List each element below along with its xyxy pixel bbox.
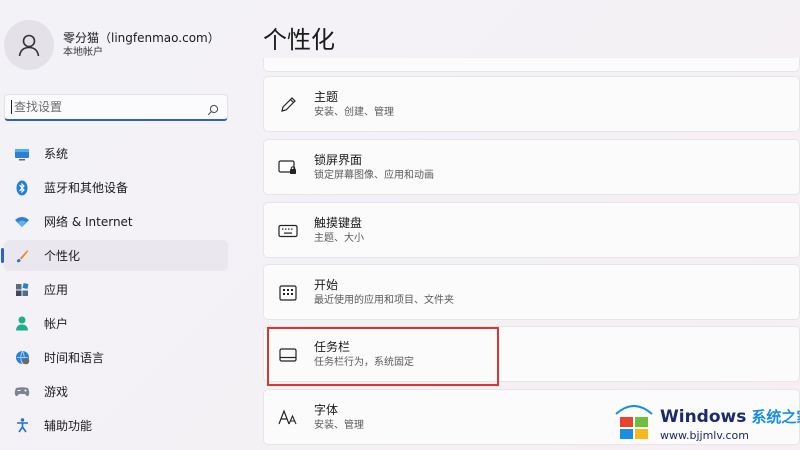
card-taskbar[interactable]: 任务栏 任务栏行为，系统固定 xyxy=(263,326,800,382)
sidebar-item-label: 游戏 xyxy=(44,385,69,399)
sidebar-item-bluetooth[interactable]: 蓝牙和其他设备 xyxy=(4,172,228,203)
card-title: 字体 xyxy=(314,403,339,417)
sidebar-item-personalization[interactable]: 个性化 xyxy=(1,240,228,271)
brush-icon xyxy=(14,248,30,264)
pen-icon xyxy=(278,95,298,115)
sidebar-item-label: 时间和语言 xyxy=(44,351,105,365)
watermark-title: Windows系统之家 xyxy=(660,406,800,427)
sidebar-item-accessibility[interactable]: 辅助功能 xyxy=(4,410,228,441)
card-subtitle: 安装、管理 xyxy=(314,420,364,431)
watermark: Windows系统之家 www.bjjmlv.com xyxy=(612,404,800,446)
wifi-icon xyxy=(14,214,30,230)
watermark-url: www.bjjmlv.com xyxy=(660,429,749,442)
person-avatar-icon xyxy=(18,34,40,57)
sidebar-item-label: 蓝牙和其他设备 xyxy=(44,181,129,195)
card-title: 锁屏界面 xyxy=(314,153,363,167)
search-box[interactable] xyxy=(4,94,228,121)
sidebar-item-label: 帐户 xyxy=(44,317,69,331)
sidebar-item-system[interactable]: 系统 xyxy=(4,138,228,169)
sidebar-item-time-language[interactable]: 时间和语言 xyxy=(4,342,228,373)
sidebar-item-label: 个性化 xyxy=(44,249,81,263)
windows-logo-icon xyxy=(612,404,656,446)
gamepad-icon xyxy=(14,384,30,400)
sidebar-nav: 系统 蓝牙和其他设备 网络 & Internet 个性化 应用 帐户 时间和语言… xyxy=(0,138,232,444)
person-icon xyxy=(14,316,30,332)
sidebar: 零分猫（lingfenmao.com） 本地帐户 系统 蓝牙和其他设备 xyxy=(0,0,240,450)
user-profile[interactable]: 零分猫（lingfenmao.com） 本地帐户 xyxy=(4,20,220,70)
card-title: 任务栏 xyxy=(314,340,351,354)
start-menu-icon xyxy=(278,283,298,303)
search-input[interactable] xyxy=(14,100,194,114)
sidebar-item-label: 网络 & Internet xyxy=(44,215,133,229)
card-subtitle: 主题、大小 xyxy=(314,233,364,244)
profile-account-type: 本地帐户 xyxy=(63,47,103,58)
card-subtitle: 安装、创建、管理 xyxy=(314,107,394,118)
monitor-icon xyxy=(14,146,30,162)
sidebar-item-label: 辅助功能 xyxy=(44,419,93,433)
sidebar-item-accounts[interactable]: 帐户 xyxy=(4,308,228,339)
card-lock-screen[interactable]: 锁屏界面 锁定屏幕图像、应用和动画 xyxy=(263,139,800,195)
watermark-brand-cn: 系统之家 xyxy=(751,408,800,426)
taskbar-icon xyxy=(278,345,298,365)
card-touch-keyboard[interactable]: 触摸键盘 主题、大小 xyxy=(263,202,800,258)
sidebar-item-gaming[interactable]: 游戏 xyxy=(4,376,228,407)
search-icon[interactable] xyxy=(207,101,219,120)
apps-icon xyxy=(14,282,30,298)
card-title: 触摸键盘 xyxy=(314,216,363,230)
card-subtitle: 锁定屏幕图像、应用和动画 xyxy=(314,170,434,181)
card-start[interactable]: 开始 最近使用的应用和项目、文件夹 xyxy=(263,264,800,320)
font-icon xyxy=(278,408,298,428)
card-themes[interactable]: 主题 安装、创建、管理 xyxy=(263,76,800,132)
bluetooth-icon xyxy=(14,180,30,196)
sidebar-item-label: 应用 xyxy=(44,283,69,297)
lock-screen-icon xyxy=(278,158,298,178)
sidebar-item-network[interactable]: 网络 & Internet xyxy=(4,206,228,237)
globe-clock-icon xyxy=(14,350,30,366)
text-caret xyxy=(11,100,12,114)
profile-name: 零分猫（lingfenmao.com） xyxy=(63,31,220,45)
accessibility-icon xyxy=(14,418,30,434)
settings-card-list: 主题 安装、创建、管理 锁屏界面 锁定屏幕图像、应用和动画 触摸键盘 主题、大小… xyxy=(263,0,800,450)
avatar[interactable] xyxy=(4,20,54,70)
watermark-brand: Windows xyxy=(660,407,747,427)
sidebar-item-label: 系统 xyxy=(44,147,69,161)
keyboard-icon xyxy=(278,221,298,241)
card-title: 主题 xyxy=(314,90,339,104)
sidebar-item-apps[interactable]: 应用 xyxy=(4,274,228,305)
card-subtitle: 任务栏行为，系统固定 xyxy=(314,357,414,368)
card-subtitle: 最近使用的应用和项目、文件夹 xyxy=(314,295,454,306)
card-partial-top xyxy=(263,58,800,72)
card-title: 开始 xyxy=(314,278,339,292)
